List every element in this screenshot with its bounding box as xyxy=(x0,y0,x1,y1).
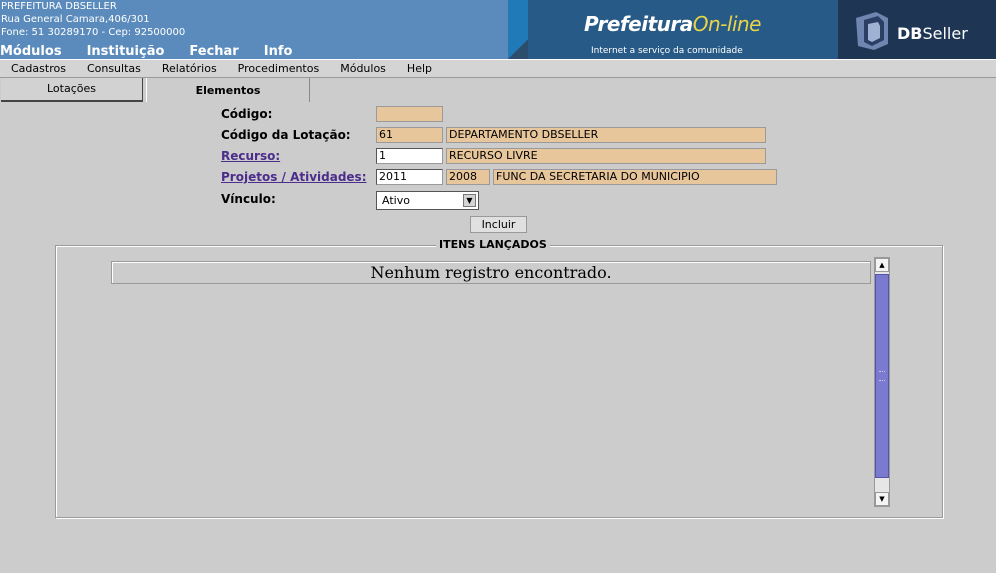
menu-relatorios[interactable]: Relatórios xyxy=(162,62,217,75)
org-address: Rua General Camara,406/301 xyxy=(1,14,150,25)
grip-icon xyxy=(879,371,885,381)
menu-procedimentos[interactable]: Procedimentos xyxy=(238,62,320,75)
prefeitura-online-logo: PrefeituraOn-line xyxy=(584,12,761,36)
tab-elementos[interactable]: Elementos xyxy=(146,78,310,102)
scroll-thumb[interactable] xyxy=(875,274,889,478)
projetos-description-field: FUNC DA SECRETARIA DO MUNICIPIO xyxy=(493,169,777,185)
menu-help[interactable]: Help xyxy=(407,62,432,75)
lotacao-description-field: DEPARTAMENTO DBSELLER xyxy=(446,127,766,143)
main-menubar: Cadastros Consultas Relatórios Procedime… xyxy=(0,59,996,78)
top-menu-instituicao[interactable]: Instituição xyxy=(87,44,165,59)
recurso-link[interactable]: Recurso: xyxy=(221,149,280,163)
items-legend: ITENS LANÇADOS xyxy=(436,238,550,251)
items-fieldset xyxy=(55,245,943,518)
top-menu-info[interactable]: Info xyxy=(264,44,293,59)
codigo-label: Código: xyxy=(221,107,273,121)
dbseller-wordmark: DBSeller xyxy=(897,24,968,43)
recurso-code-input[interactable]: 1 xyxy=(376,148,443,164)
chevron-down-icon[interactable]: ▼ xyxy=(463,194,476,207)
top-menu-modulos[interactable]: Módulos xyxy=(0,44,62,59)
tab-bar: Lotações Elementos xyxy=(0,78,996,102)
tab-lotacoes[interactable]: Lotações xyxy=(1,78,143,102)
scroll-down-arrow-icon[interactable]: ▼ xyxy=(875,492,889,506)
projetos-year-input[interactable]: 2011 xyxy=(376,169,443,185)
org-name: PREFEITURA DBSELLER xyxy=(1,1,117,12)
vinculo-select[interactable]: Ativo ▼ xyxy=(376,191,479,210)
incluir-button[interactable]: Incluir xyxy=(470,216,527,233)
organization-info: PREFEITURA DBSELLER Rua General Camara,4… xyxy=(1,0,185,39)
banner-tagline: Internet a serviço da comunidade xyxy=(591,46,743,56)
org-phone: Fone: 51 30289170 - Cep: 92500000 xyxy=(1,27,186,38)
menu-cadastros[interactable]: Cadastros xyxy=(11,62,66,75)
vinculo-label: Vínculo: xyxy=(221,192,276,206)
lotacao-code-field: 61 xyxy=(376,127,443,143)
dbseller-logo-icon xyxy=(856,12,888,50)
lotacao-label: Código da Lotação: xyxy=(221,128,351,142)
projetos-atividades-link[interactable]: Projetos / Atividades: xyxy=(221,170,367,184)
empty-grid-message: Nenhum registro encontrado. xyxy=(111,261,871,284)
codigo-field xyxy=(376,106,443,122)
app-header: PREFEITURA DBSELLER Rua General Camara,4… xyxy=(0,0,996,59)
projetos-code-field: 2008 xyxy=(446,169,490,185)
dbseller-brand-panel: DBSeller xyxy=(838,0,996,59)
recurso-description-field: RECURSO LIVRE xyxy=(446,148,766,164)
menu-consultas[interactable]: Consultas xyxy=(87,62,141,75)
top-menu-fechar[interactable]: Fechar xyxy=(189,44,238,59)
vinculo-selected-value: Ativo xyxy=(382,194,410,207)
scroll-up-arrow-icon[interactable]: ▲ xyxy=(875,258,889,272)
menu-modulos[interactable]: Módulos xyxy=(340,62,386,75)
portal-banner: PrefeituraOn-line Internet a serviço da … xyxy=(508,0,996,59)
grid-scrollbar[interactable]: ▲ ▼ xyxy=(874,257,890,507)
top-menu: Módulos Instituição Fechar Info xyxy=(0,44,317,59)
